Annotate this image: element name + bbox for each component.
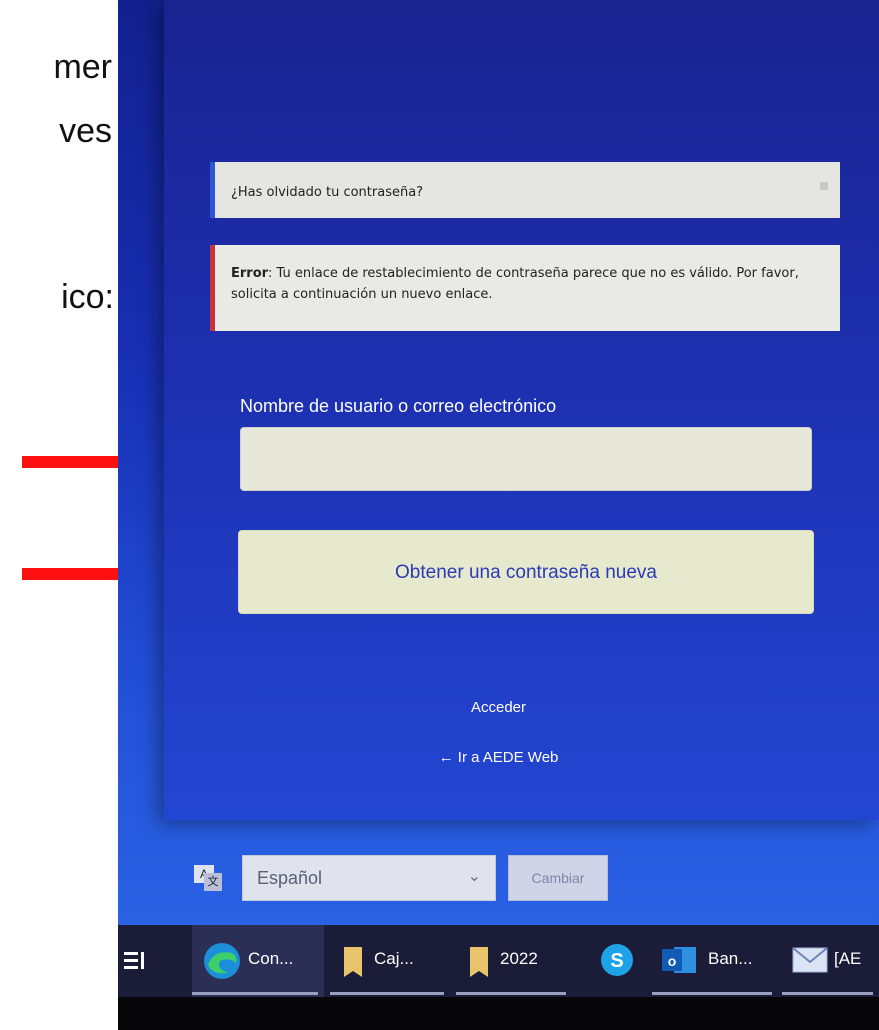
- taskbar-item-label: Ban...: [708, 949, 753, 968]
- chevron-down-icon: ⌄: [467, 866, 481, 885]
- taskbar-item-skype[interactable]: S: [592, 925, 648, 997]
- language-select[interactable]: Español ⌄: [242, 855, 496, 901]
- language-select-value: Español: [257, 868, 323, 888]
- folder-icon: [344, 947, 362, 977]
- change-language-button[interactable]: Cambiar: [508, 855, 608, 901]
- svg-text:o: o: [668, 953, 677, 969]
- login-link[interactable]: Acceder: [118, 699, 879, 716]
- taskbar-item-label: Con...: [248, 949, 294, 968]
- lost-password-notice: ¿Has olvidado tu contraseña?: [210, 162, 840, 218]
- screen: ¿Has olvidado tu contraseña? Error: Tu e…: [118, 0, 879, 925]
- slide-text-line-2: ves: [59, 112, 112, 150]
- back-to-site-link[interactable]: ← Ir a AEDE Web: [118, 749, 879, 766]
- monitor-bezel: [118, 997, 879, 1030]
- error-body: : Tu enlace de restablecimiento de contr…: [231, 266, 799, 302]
- taskbar-item-folder-1[interactable]: Caj...: [330, 925, 450, 997]
- notice-dismiss-icon: [820, 182, 828, 190]
- error-text: Error: Tu enlace de restablecimiento de …: [231, 263, 820, 305]
- error-message: Error: Tu enlace de restablecimiento de …: [210, 245, 840, 331]
- slide-text-area: mer ves ico:: [0, 0, 118, 1030]
- outlook-icon: o: [662, 947, 696, 973]
- username-input[interactable]: [240, 427, 812, 491]
- mail-icon: [792, 947, 828, 973]
- taskbar-item-edge[interactable]: Con...: [192, 925, 324, 997]
- error-label: Error: [231, 266, 269, 281]
- slide-text-line-3: ico:: [61, 278, 114, 316]
- svg-text:S: S: [610, 950, 623, 972]
- taskbar-item-label: 2022: [500, 949, 538, 968]
- taskbar: Con... Caj... 2022 S o Ban... [AE: [118, 925, 879, 997]
- notice-text: ¿Has olvidado tu contraseña?: [231, 185, 424, 200]
- taskbar-item-outlook[interactable]: o Ban...: [652, 925, 778, 997]
- taskbar-item-label: Caj...: [374, 949, 414, 968]
- folder-icon: [470, 947, 488, 977]
- edge-browser-icon: [204, 943, 240, 979]
- translate-icon: A文: [194, 865, 224, 891]
- login-link-text[interactable]: Acceder: [471, 699, 526, 716]
- taskbar-item-label: [AE: [834, 949, 862, 968]
- monitor-photo: ¿Has olvidado tu contraseña? Error: Tu e…: [118, 0, 879, 1030]
- skype-icon: S: [601, 944, 633, 976]
- taskbar-item-mail[interactable]: [AE: [782, 925, 879, 997]
- username-label: Nombre de usuario o correo electrónico: [240, 396, 557, 416]
- slide-text-line-1: mer: [53, 48, 112, 86]
- task-view-icon: [124, 952, 144, 969]
- task-view-button[interactable]: [118, 925, 188, 997]
- back-to-site-link-text[interactable]: ← Ir a AEDE Web: [439, 749, 559, 766]
- get-new-password-button[interactable]: Obtener una contraseña nueva: [238, 530, 814, 614]
- taskbar-item-folder-2[interactable]: 2022: [456, 925, 572, 997]
